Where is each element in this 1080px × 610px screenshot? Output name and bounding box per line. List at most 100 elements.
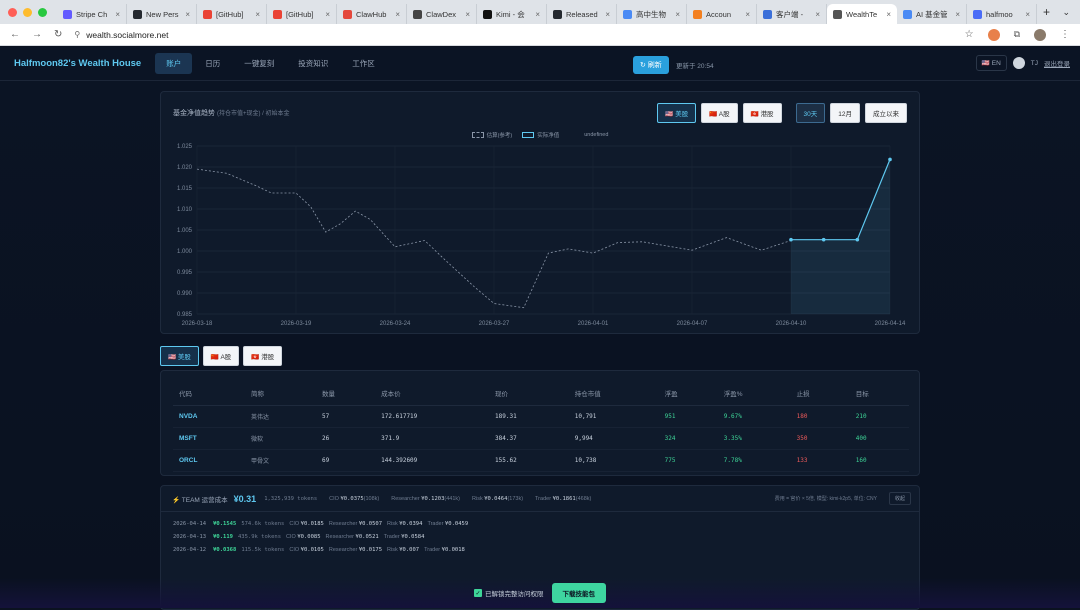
tab-label[interactable]: [GitHub] [216, 10, 251, 19]
cost-cell: 144.392609 [375, 449, 490, 472]
table-row[interactable]: ORCL 甲骨文 69 144.392609 155.62 10,738 775 7.78% 1… [173, 449, 909, 472]
refresh-button[interactable]: ↻ 刷新 [633, 56, 669, 74]
team-cost-total: ¥0.31 [233, 493, 257, 504]
browser-tab[interactable]: Released × [547, 4, 617, 24]
new-tab-button[interactable]: + [1043, 5, 1050, 19]
unlock-text: 已解锁完整访问权限 [485, 591, 544, 598]
browser-tab[interactable]: [GitHub] × [197, 4, 267, 24]
extensions-puzzle-icon[interactable]: ⧉ [1014, 29, 1020, 40]
browser-tab[interactable]: Stripe Ch × [57, 4, 127, 24]
tab-label[interactable]: [GitHub] [286, 10, 321, 19]
forward-arrow-icon[interactable]: → [32, 29, 42, 40]
tab-close-icon[interactable]: × [325, 10, 330, 19]
updated-time: 更新于 20:54 [676, 63, 714, 70]
tab-favicon-icon [273, 9, 282, 19]
tab-close-icon[interactable]: × [255, 10, 260, 19]
tab-label[interactable]: ClawHub [356, 10, 391, 19]
browser-tab[interactable]: 客户端 - × [757, 4, 827, 24]
tab-hk-market[interactable]: 🇭🇰 港股 [243, 346, 283, 366]
tab-label[interactable]: AI 基金管 [916, 9, 951, 20]
browser-menu-icon[interactable]: ⋮ [1060, 29, 1070, 40]
tab-close-icon[interactable]: × [185, 10, 190, 19]
browser-tab[interactable]: 高中生物 × [617, 4, 687, 24]
logout-link[interactable]: 退出登录 [1044, 58, 1070, 68]
actual-data-point [888, 157, 892, 162]
url-field[interactable]: ⚲ wealth.socialmore.net [74, 30, 964, 40]
tab-label[interactable]: Kimi - 会 [496, 9, 531, 20]
tab-close-icon[interactable]: × [815, 10, 820, 19]
tab-close-icon[interactable]: × [465, 10, 470, 19]
team-cost-daily-list: 2026-04-14 ¥0.1545 574.6k tokens CIO ¥0.018… [173, 521, 468, 560]
browser-tab[interactable]: Accoun × [687, 4, 757, 24]
tab-label[interactable]: 高中生物 [636, 9, 671, 20]
language-toggle[interactable]: 🇺🇸 EN [975, 55, 1007, 71]
cost-day-role-name: CIO [286, 534, 296, 540]
tab-label[interactable]: Released [566, 10, 601, 19]
tab-close-icon[interactable]: × [535, 10, 540, 19]
nav-workspace[interactable]: 工作区 [341, 53, 386, 74]
cost-role-item: Risk ¥0.0464(173k) [472, 496, 523, 502]
tab-label[interactable]: halfmoo [986, 10, 1021, 19]
tab-us-market[interactable]: 🇺🇸 美股 [160, 346, 199, 366]
x-tick-label: 2026-03-24 [380, 321, 411, 327]
browser-tab[interactable]: halfmoo × [967, 4, 1037, 24]
cost-cell: 172.617719 [375, 405, 490, 428]
tab-label[interactable]: 客户端 - [776, 9, 811, 20]
back-arrow-icon[interactable]: ← [10, 29, 20, 40]
tab-label[interactable]: ClawDex [426, 10, 461, 19]
tab-cn-market[interactable]: 🇨🇳 A股 [202, 346, 240, 366]
tab-close-icon[interactable]: × [955, 10, 960, 19]
browser-tab-bar: Stripe Ch × New Pers × [GitHub] × [GitHub] × Cla… [0, 0, 1080, 24]
tab-close-icon[interactable]: × [886, 10, 891, 19]
nav-calendar[interactable]: 日历 [194, 53, 231, 74]
tab-label[interactable]: Accoun [706, 10, 741, 19]
cost-day-role-amount: ¥0.0085 [297, 534, 321, 540]
close-window-button[interactable] [8, 7, 17, 17]
tab-close-icon[interactable]: × [745, 10, 750, 19]
qty-cell: 69 [316, 449, 376, 472]
tab-close-icon[interactable]: × [395, 10, 400, 19]
reload-icon[interactable]: ↻ [54, 29, 62, 40]
tab-label[interactable]: New Pers [146, 10, 181, 19]
user-avatar[interactable] [1012, 57, 1025, 69]
collapse-button[interactable]: 收起 [888, 492, 911, 505]
bookmark-star-icon[interactable]: ☆ [965, 29, 974, 40]
column-header: 浮盈% [717, 383, 791, 406]
nav-one-click-copy[interactable]: 一键复刻 [233, 53, 285, 74]
tab-close-icon[interactable]: × [675, 10, 680, 19]
browser-tab[interactable]: WealthTe × [827, 4, 897, 24]
tab-label[interactable]: WealthTe [846, 10, 882, 19]
browser-tab[interactable]: ClawHub × [337, 4, 407, 24]
browser-tab[interactable]: Kimi - 会 × [477, 4, 547, 24]
extension-icon[interactable] [987, 28, 1000, 41]
cost-role-item: Trader ¥0.1861(468k) [535, 496, 591, 502]
ticker-cell: NVDA [173, 405, 245, 428]
site-info-icon[interactable]: ⚲ [74, 30, 80, 39]
browser-tab[interactable]: ClawDex × [407, 4, 477, 24]
tab-list-chevron-icon[interactable]: ⌄ [1062, 7, 1070, 18]
tab-close-icon[interactable]: × [1025, 10, 1030, 19]
browser-tab[interactable]: New Pers × [127, 4, 197, 24]
column-header: 持仓市值 [568, 383, 659, 406]
column-header: 止损 [790, 383, 850, 406]
tab-close-icon[interactable]: × [115, 10, 120, 19]
browser-tab[interactable]: [GitHub] × [267, 4, 337, 24]
table-row[interactable]: MSFT 微软 26 371.9 384.37 9,994 324 3.35% 350 400 [173, 427, 909, 450]
cost-day-role-amount: ¥0.0584 [401, 534, 425, 540]
browser-tab[interactable]: AI 基金管 × [897, 4, 967, 24]
profile-avatar-icon[interactable] [1034, 28, 1046, 41]
cost-day-role: CIO ¥0.0085 [286, 534, 321, 540]
maximize-window-button[interactable] [38, 7, 47, 17]
pnl-cell: 951 [658, 405, 718, 428]
nav-knowledge[interactable]: 投资知识 [287, 53, 339, 74]
url-text[interactable]: wealth.socialmore.net [86, 30, 168, 40]
tab-label[interactable]: Stripe Ch [76, 10, 111, 19]
value-cell: 9,994 [568, 427, 659, 450]
download-skill-pack-button[interactable]: 下载技能包 [551, 583, 606, 603]
nav-account[interactable]: 账户 [155, 53, 193, 74]
brand-title[interactable]: Halfmoon82's Wealth House [14, 58, 141, 69]
column-header: 浮盈 [658, 383, 718, 406]
minimize-window-button[interactable] [23, 7, 32, 17]
tab-close-icon[interactable]: × [605, 10, 610, 19]
table-row[interactable]: NVDA 英伟达 57 172.617719 189.31 10,791 951 9.67% 1… [173, 405, 909, 428]
